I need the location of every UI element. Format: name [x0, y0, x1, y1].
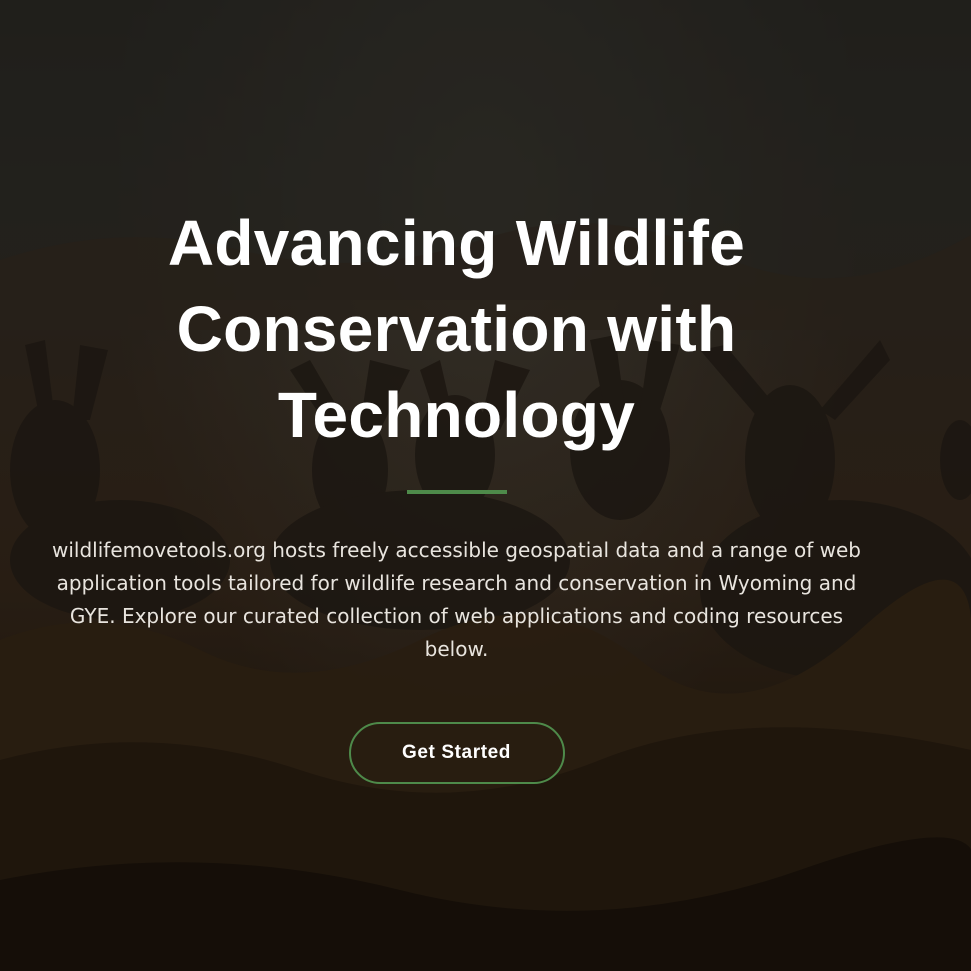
hero-content: Advancing Wildlife Conservation with Tec… [0, 200, 971, 784]
hero-description: wildlifemovetools.org hosts freely acces… [52, 538, 861, 661]
hero-section: Advancing Wildlife Conservation with Tec… [0, 0, 971, 971]
hero-headline: Advancing Wildlife Conservation with Tec… [167, 207, 746, 451]
get-started-button[interactable]: Get Started [348, 722, 565, 784]
headline-divider [406, 490, 507, 494]
